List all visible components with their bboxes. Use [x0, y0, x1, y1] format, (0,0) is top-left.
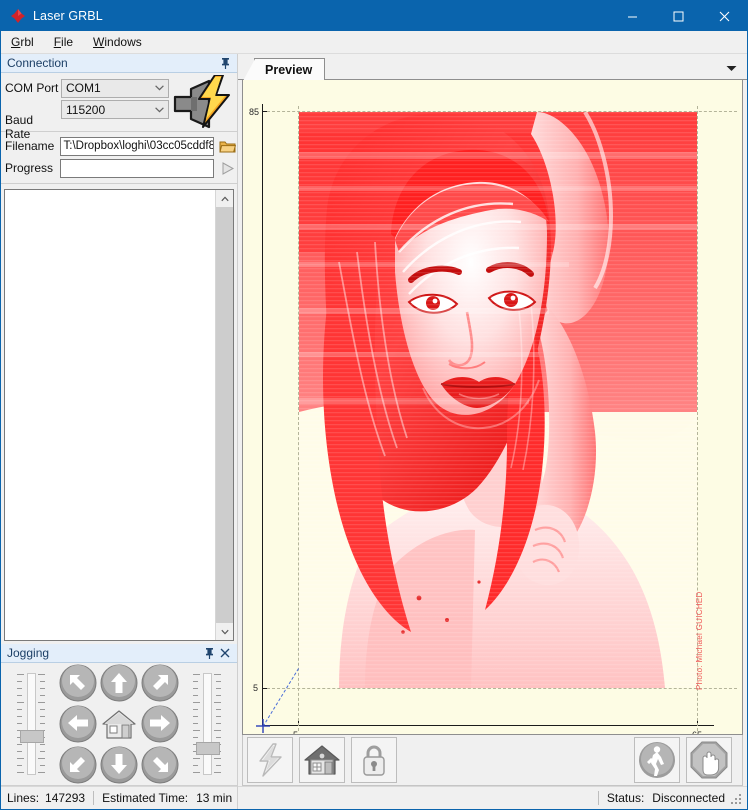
jog-left-button[interactable] [58, 704, 98, 744]
jog-button-grid [58, 663, 180, 785]
main-body: Connection COM Port COM1 Baud Rate 11520… [1, 54, 747, 809]
baud-rate-label: Baud Rate [5, 113, 34, 141]
tab-list-dropdown-icon[interactable] [723, 60, 739, 76]
folder-open-icon[interactable] [218, 136, 237, 156]
tab-preview-label: Preview [265, 62, 313, 77]
axis-y-line [262, 104, 263, 726]
close-icon[interactable] [217, 645, 233, 661]
preview-tabstrip: Preview [238, 54, 747, 81]
pin-icon[interactable] [217, 55, 233, 71]
jog-up-button[interactable] [99, 663, 139, 703]
unlock-button[interactable] [351, 737, 397, 783]
estimated-time-value: 13 min [196, 791, 233, 805]
run-program-button[interactable] [634, 737, 680, 783]
menu-item-grbl[interactable]: Grbl [1, 32, 44, 52]
menu-item-grbl-rest: rbl [20, 35, 34, 49]
status-bar-right: Status: Disconnected [238, 786, 747, 809]
jog-home-button[interactable] [99, 704, 139, 744]
minimize-button[interactable] [609, 1, 655, 31]
preview-dock-panel: Preview 85 5 5 65 Photo: Michael GUICHED… [238, 54, 747, 809]
log-scroll-thumb[interactable] [216, 207, 233, 623]
scroll-down-button[interactable] [216, 623, 233, 640]
slider-thumb-left[interactable] [20, 730, 44, 743]
connection-panel-title: Connection [7, 56, 68, 70]
status-separator-right [597, 791, 599, 805]
command-log-text [5, 190, 215, 640]
jogging-panel-title: Jogging [7, 646, 50, 660]
log-scroll-track[interactable] [216, 207, 233, 623]
chevron-down-icon [151, 101, 168, 118]
window-title: Laser GRBL [33, 9, 103, 23]
lines-value: 147293 [45, 791, 86, 805]
slider-thumb-right[interactable] [196, 742, 220, 755]
lines-label: Lines: [7, 791, 40, 805]
preview-canvas[interactable]: 85 5 5 65 Photo: Michael GUICHED [242, 80, 743, 735]
home-button[interactable] [299, 737, 345, 783]
jogging-panel-body [1, 663, 237, 786]
tab-preview[interactable]: Preview [242, 58, 326, 81]
progress-row: Progress [1, 157, 237, 179]
stop-button[interactable] [686, 737, 732, 783]
lasergrbl-window: Laser GRBL Grbl File Windows Connection [0, 0, 748, 810]
menu-bar: Grbl File Windows [1, 31, 747, 54]
title-bar: Laser GRBL [1, 1, 747, 31]
status-value: Disconnected [652, 791, 725, 805]
status-separator [93, 791, 95, 805]
jog-down-right-button[interactable] [140, 745, 180, 785]
com-port-value: COM1 [66, 81, 101, 95]
axis-x-line [262, 725, 714, 726]
play-triangle-icon[interactable] [218, 158, 237, 178]
close-button[interactable] [701, 1, 747, 31]
status-bar-left: Lines: 147293 Estimated Time: 13 min [1, 786, 237, 809]
baud-rate-value: 115200 [66, 102, 106, 117]
log-scrollbar[interactable] [215, 190, 233, 640]
jog-down-left-button[interactable] [58, 745, 98, 785]
jog-down-button[interactable] [99, 745, 139, 785]
resize-grip[interactable] [731, 792, 743, 804]
photo-credit-watermark: Photo: Michael GUICHED [695, 591, 704, 690]
progress-label: Progress [5, 161, 54, 175]
filename-input[interactable]: T:\Dropbox\loghi\03cc05cddf8f [59, 136, 214, 156]
step-size-slider[interactable] [16, 672, 46, 776]
tab-slant-decoration [242, 58, 255, 81]
ruler-label-y-top: 85 [249, 107, 260, 117]
jogging-panel-header: Jogging [1, 644, 237, 663]
chevron-down-icon [151, 80, 168, 97]
scroll-up-button[interactable] [216, 190, 233, 207]
slider-ticks-left [16, 674, 46, 774]
maximize-button[interactable] [655, 1, 701, 31]
feed-rate-slider[interactable] [192, 672, 222, 776]
com-port-select[interactable]: COM1 [61, 78, 169, 98]
progress-bar [59, 158, 214, 178]
plug-lightning-icon[interactable] [171, 74, 231, 133]
connection-panel-body: COM Port COM1 Baud Rate 115200 [1, 73, 237, 141]
ruler-label-y-bottom: 5 [253, 683, 259, 693]
jogging-panel: Jogging [1, 644, 237, 786]
jog-right-button[interactable] [140, 704, 180, 744]
menu-item-file[interactable]: File [44, 32, 83, 52]
status-label: Status: [606, 791, 645, 805]
origin-cross-marker [256, 719, 270, 733]
jog-up-right-button[interactable] [140, 663, 180, 703]
menu-item-file-rest: ile [61, 35, 74, 49]
slider-ticks-right [192, 674, 222, 774]
pin-icon[interactable] [201, 645, 217, 661]
com-port-label: COM Port [5, 81, 59, 95]
machine-toolbar [242, 735, 743, 786]
left-dock-panel: Connection COM Port COM1 Baud Rate 11520… [1, 54, 238, 809]
menu-item-windows-rest: indows [104, 35, 142, 49]
command-log-panel[interactable] [4, 189, 234, 641]
filename-label: Filename [5, 139, 55, 153]
jog-up-left-button[interactable] [58, 663, 98, 703]
estimated-time-label: Estimated Time: [102, 791, 189, 805]
baud-rate-select[interactable]: 115200 [61, 100, 169, 119]
connection-panel-header: Connection [1, 54, 237, 73]
lasergrbl-logo-icon [10, 8, 26, 24]
bounds-dash-bottom [267, 688, 737, 689]
connect-button[interactable] [247, 737, 293, 783]
menu-item-windows[interactable]: Windows [83, 32, 152, 52]
engraving-preview-image [299, 112, 697, 688]
